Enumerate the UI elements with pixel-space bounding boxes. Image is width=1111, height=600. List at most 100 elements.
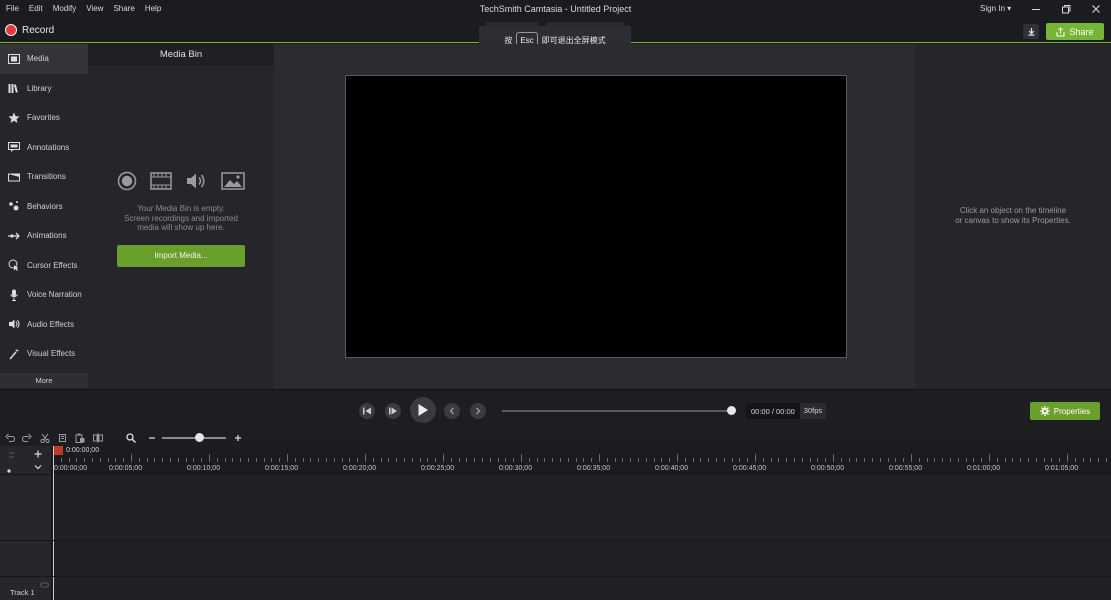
play-icon (418, 404, 428, 416)
timeline-ruler[interactable]: 0:00:00;00 0:00:05;00 0:00:10;00 0:00:15;00… (53, 446, 1111, 474)
collapse-tracks-button[interactable] (33, 462, 43, 472)
minimize-icon[interactable] (1030, 3, 1042, 15)
track-1-label: Track 1 (10, 588, 35, 597)
empty-line-3: media will show up here. (137, 223, 225, 232)
track-separator (53, 576, 1111, 577)
magic-wand-icon (8, 348, 20, 360)
sidebar-item-behaviors[interactable]: Behaviors (0, 192, 88, 222)
sidebar-item-media[interactable]: Media (0, 44, 88, 74)
playhead-time: 0:00:00;00 (66, 447, 100, 454)
sidebar-item-library[interactable]: Library (0, 74, 88, 104)
menu-share[interactable]: Share (108, 0, 139, 18)
menu-file[interactable]: File (0, 0, 24, 18)
lock-toggle[interactable] (6, 451, 16, 473)
restore-icon[interactable] (1060, 3, 1072, 15)
media-bin-panel: Media Bin Your Media Bin is empty. Scree… (88, 44, 274, 389)
chevron-down-icon (34, 465, 42, 470)
undo-icon[interactable] (4, 432, 15, 443)
speaker-icon (8, 318, 20, 330)
cut-icon[interactable] (39, 432, 50, 443)
menu-modify[interactable]: Modify (48, 0, 82, 18)
timecode-display: 00:00 / 00:00 30fps (746, 403, 827, 419)
properties-button[interactable]: Properties (1030, 402, 1100, 420)
sidebar-item-cursor-effects[interactable]: Cursor Effects (0, 251, 88, 281)
import-media-button[interactable]: Import Media... (117, 245, 245, 267)
menu-bar: File Edit Modify View Share Help (0, 0, 1111, 18)
timeline-toolbar (0, 429, 1111, 446)
sidebar-item-animations[interactable]: Animations (0, 221, 88, 251)
menu-edit[interactable]: Edit (24, 0, 48, 18)
sidebar-item-audio-effects[interactable]: Audio Effects (0, 310, 88, 340)
add-track-button[interactable] (33, 449, 43, 459)
sign-in-button[interactable]: Sign In ▾ (980, 0, 1011, 18)
share-icon (1056, 26, 1065, 36)
cursor-effects-icon (8, 259, 20, 272)
gear-icon (1039, 406, 1050, 416)
redo-icon[interactable] (21, 432, 32, 443)
previous-marker-button[interactable] (444, 403, 460, 419)
media-bin-empty-message: Your Media Bin is empty. Screen recordin… (88, 204, 274, 233)
ruler-label: 0:00:55;00 (889, 465, 923, 472)
empty-line-2: Screen recordings and imported (124, 213, 238, 223)
recording-icon (117, 171, 137, 191)
sidebar-item-visual-effects[interactable]: Visual Effects (0, 339, 88, 369)
sidebar-item-label: Media (27, 54, 49, 64)
scrub-handle[interactable] (727, 406, 736, 415)
plus-icon (34, 450, 42, 458)
play-frame-button[interactable] (385, 403, 401, 419)
step-forward-icon (389, 407, 397, 415)
media-bin-title: Media Bin (88, 44, 274, 66)
properties-label: Properties (1053, 406, 1091, 416)
record-dot-icon (5, 24, 17, 36)
timeline: Track 1 0:00:00;00 0:00:05;00 0:00:10;00 0:… (0, 446, 1111, 600)
playback-bar: 00:00 / 00:00 30fps Properties (0, 389, 1111, 429)
scrub-bar[interactable] (502, 410, 731, 412)
close-icon[interactable] (1090, 3, 1102, 15)
more-tools-button[interactable]: More (0, 373, 88, 388)
sidebar-item-favorites[interactable]: Favorites (0, 103, 88, 133)
split-icon[interactable] (92, 432, 103, 443)
transition-icon (8, 171, 20, 183)
zoom-out-icon[interactable] (146, 432, 157, 443)
hint-line-2: or canvas to show its Properties. (955, 215, 1071, 225)
tools-sidebar: Media Library Favorites Annotations Tran… (0, 44, 88, 389)
preview-canvas[interactable] (345, 75, 847, 358)
menu-view[interactable]: View (81, 0, 108, 18)
sidebar-item-label: Transitions (27, 172, 66, 182)
chevron-left-icon (449, 407, 454, 415)
zoom-search-icon[interactable] (125, 432, 136, 443)
next-marker-button[interactable] (470, 403, 486, 419)
zoom-slider-handle[interactable] (195, 433, 204, 442)
sidebar-item-label: Visual Effects (27, 349, 76, 359)
playhead-handle[interactable] (53, 446, 63, 455)
star-icon (8, 112, 20, 124)
record-button[interactable]: Record (5, 24, 54, 36)
sidebar-item-label: Library (27, 83, 52, 93)
ruler-label: 0:00:30;00 (499, 465, 533, 472)
ruler-label: 0:01:05;00 (1045, 465, 1079, 472)
share-label: Share (1069, 26, 1094, 37)
step-back-button[interactable] (359, 403, 375, 419)
paste-icon[interactable] (74, 432, 85, 443)
zoom-slider-track[interactable] (162, 437, 226, 439)
timecode-value: 00:00 / 00:00 (751, 406, 795, 416)
ruler-label: 0:00:40;00 (655, 465, 689, 472)
zoom-in-icon[interactable] (232, 432, 243, 443)
sidebar-item-label: Annotations (27, 142, 70, 152)
share-button[interactable]: Share (1046, 23, 1104, 40)
sidebar-item-label: Audio Effects (27, 319, 74, 329)
ruler-label: 0:00:15;00 (265, 465, 299, 472)
sidebar-item-transitions[interactable]: Transitions (0, 162, 88, 192)
sidebar-item-voice-narration[interactable]: Voice Narration (0, 280, 88, 310)
play-button[interactable] (410, 397, 436, 423)
record-label: Record (22, 24, 55, 36)
sidebar-item-annotations[interactable]: Annotations (0, 133, 88, 163)
ruler-label: 0:00:25;00 (421, 465, 455, 472)
step-back-icon (363, 407, 371, 415)
menu-help[interactable]: Help (140, 0, 166, 18)
download-button[interactable] (1023, 24, 1039, 39)
video-icon (150, 172, 173, 190)
track-visibility-icon[interactable] (40, 582, 49, 588)
sidebar-item-label: Cursor Effects (27, 260, 78, 270)
copy-icon[interactable] (57, 432, 68, 443)
